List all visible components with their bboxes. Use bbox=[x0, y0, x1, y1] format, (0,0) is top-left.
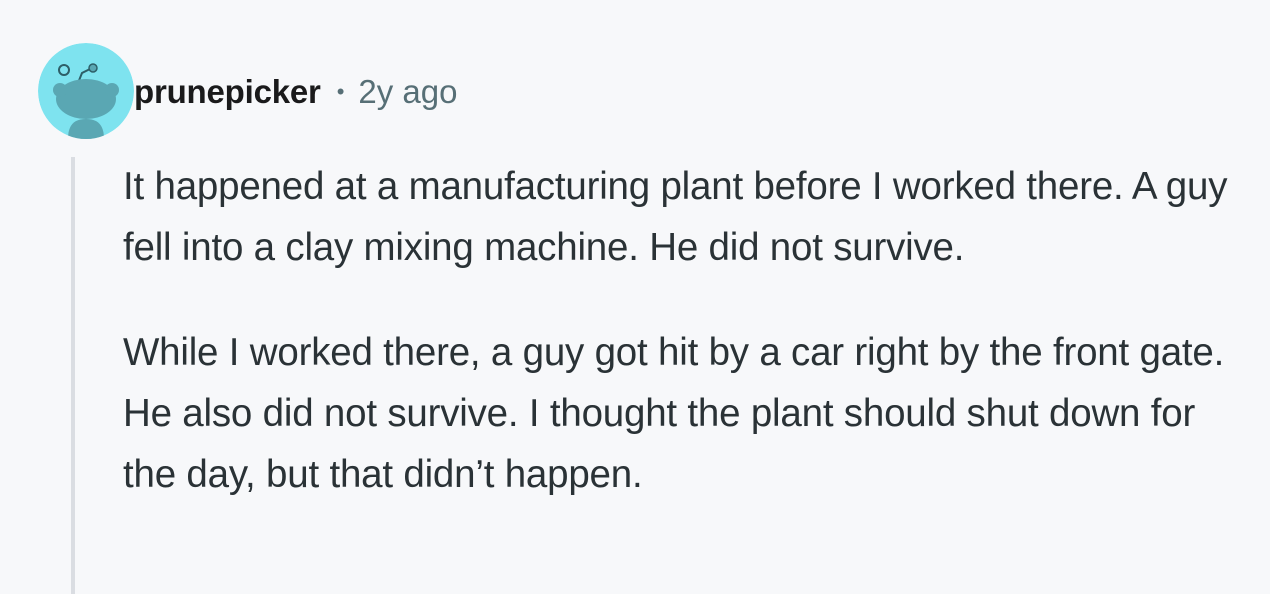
comment-paragraph: While I worked there, a guy got hit by a… bbox=[123, 331, 1225, 496]
comment-body: It happened at a manufacturing plant bef… bbox=[123, 156, 1253, 549]
thread-collapse-line[interactable] bbox=[71, 157, 75, 594]
comment-header: prunepicker • 2y ago bbox=[134, 70, 458, 114]
comment-paragraph: It happened at a manufacturing plant bef… bbox=[123, 165, 1228, 269]
comment-timestamp[interactable]: 2y ago bbox=[358, 73, 457, 111]
snoo-avatar-icon bbox=[38, 43, 134, 139]
author-username[interactable]: prunepicker bbox=[134, 73, 321, 111]
separator-dot: • bbox=[336, 79, 345, 104]
avatar[interactable] bbox=[38, 43, 134, 139]
